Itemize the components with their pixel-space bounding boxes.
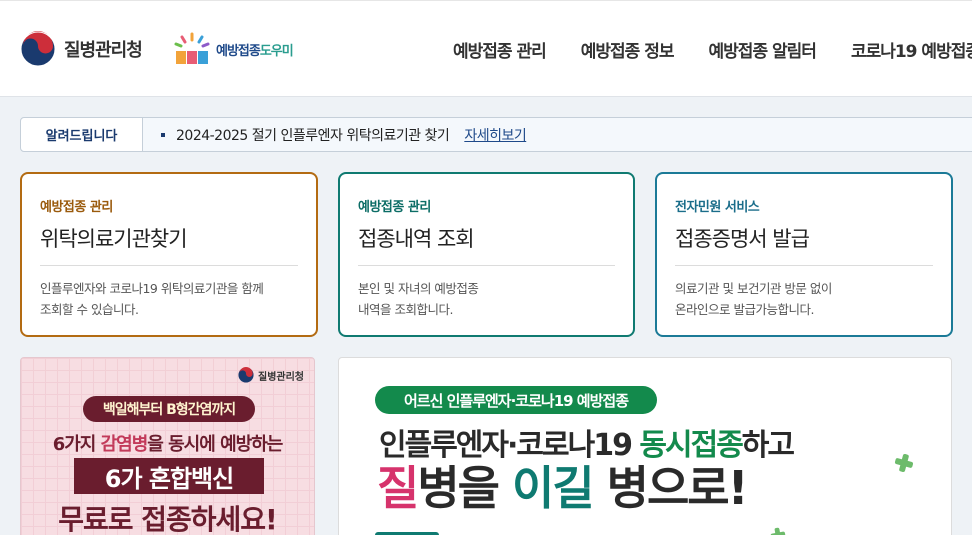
notice-detail-link[interactable]: 자세히보기 bbox=[464, 125, 526, 145]
card-find-clinic[interactable]: 예방접종 관리 위탁의료기관찾기 인플루엔자와 코로나19 위탁의료기관을 함께… bbox=[20, 172, 318, 337]
card-divider bbox=[358, 265, 615, 266]
notice-bullet bbox=[161, 132, 165, 137]
card-description: 의료기관 및 보건기관 방문 없이 온라인으로 발급가능합니다. bbox=[675, 281, 832, 317]
card-description: 본인 및 자녀의 예방접종 내역을 조회합니다. bbox=[358, 281, 479, 317]
banner-slogan: 질병을 이길 병으로! bbox=[377, 461, 749, 515]
card-title: 위탁의료기관찾기 bbox=[40, 227, 188, 251]
nav-covid19-vaccination[interactable]: 코로나19 예방접종 bbox=[851, 37, 972, 62]
card-divider bbox=[40, 265, 298, 266]
taegeuk-icon bbox=[238, 367, 254, 383]
banner-senior-vaccination[interactable]: 어르신 인플루엔자·코로나19 예방접종 인플루엔자·코로나19 동시접종하고 … bbox=[338, 357, 952, 535]
kdca-logo[interactable]: 질병관리청 bbox=[20, 31, 143, 67]
notice-bar: 알려드립니다 2024-2025 절기 인플루엔자 위탁의료기관 찾기 자세히보… bbox=[20, 117, 972, 152]
plus-cross-icon bbox=[893, 452, 915, 474]
org-name: 질병관리청 bbox=[64, 40, 143, 61]
banner-cta-text: 무료로 접종하세요! bbox=[58, 503, 278, 535]
nav-vaccination-notice[interactable]: 예방접종 알림터 bbox=[709, 37, 817, 62]
card-category: 예방접종 관리 bbox=[40, 200, 113, 215]
banner-pill: 어르신 인플루엔자·코로나19 예방접종 bbox=[375, 386, 657, 414]
banner-org-logo: 질병관리청 bbox=[238, 367, 304, 383]
card-divider bbox=[675, 265, 933, 266]
card-category: 예방접종 관리 bbox=[358, 200, 431, 215]
site-header: 질병관리청 예방접종도우미 예방접종 관리 예방접종 정보 예방접종 알림터 코… bbox=[0, 0, 972, 97]
nip-name: 예방접종도우미 bbox=[216, 43, 294, 59]
card-certificate-issue[interactable]: 전자민원 서비스 접종증명서 발급 의료기관 및 보건기관 방문 없이 온라인으… bbox=[655, 172, 953, 337]
banner-highlight-box: 6가 혼합백신 bbox=[74, 458, 264, 494]
card-category: 전자민원 서비스 bbox=[675, 200, 760, 215]
notice-text[interactable]: 2024-2025 절기 인플루엔자 위탁의료기관 찾기 bbox=[176, 125, 450, 145]
card-vaccination-history[interactable]: 예방접종 관리 접종내역 조회 본인 및 자녀의 예방접종 내역을 조회합니다. bbox=[338, 172, 635, 337]
card-title: 접종증명서 발급 bbox=[675, 227, 810, 251]
plus-cross-icon bbox=[770, 527, 787, 535]
banner-headline: 6가지 감염병을 동시에 예방하는 bbox=[52, 434, 284, 455]
nip-logo[interactable]: 예방접종도우미 bbox=[172, 31, 294, 67]
banner-pill: 백일해부터 B형간염까지 bbox=[83, 396, 255, 422]
nav-vaccination-info[interactable]: 예방접종 정보 bbox=[581, 37, 675, 62]
banner-hexavalent-vaccine[interactable]: 질병관리청 백일해부터 B형간염까지 6가지 감염병을 동시에 예방하는 6가 … bbox=[20, 357, 315, 535]
nip-logo-icon bbox=[174, 32, 210, 64]
notice-label: 알려드립니다 bbox=[21, 118, 143, 151]
nav-vaccination-management[interactable]: 예방접종 관리 bbox=[453, 37, 547, 62]
taegeuk-icon bbox=[20, 31, 56, 67]
card-description: 인플루엔자와 코로나19 위탁의료기관을 함께 조회할 수 있습니다. bbox=[40, 281, 264, 317]
card-title: 접종내역 조회 bbox=[358, 227, 475, 251]
main-nav: 예방접종 관리 예방접종 정보 예방접종 알림터 코로나19 예방접종 bbox=[453, 37, 972, 62]
